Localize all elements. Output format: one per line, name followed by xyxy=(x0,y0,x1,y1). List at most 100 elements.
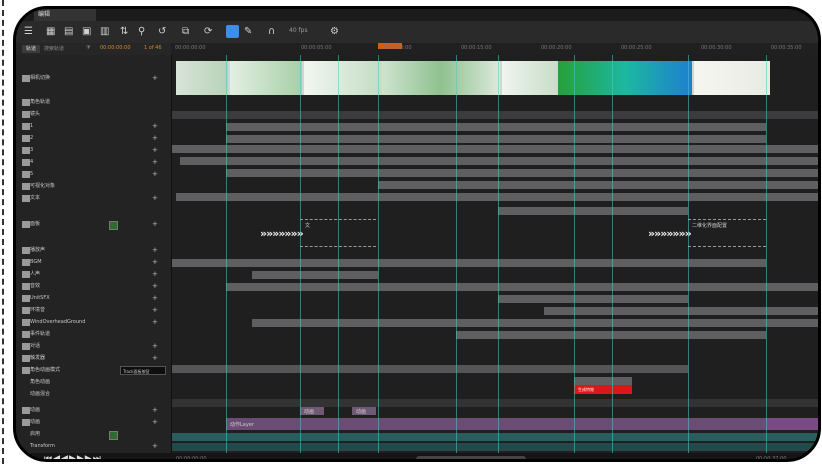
track-row[interactable]: 人声 + xyxy=(16,269,171,281)
track-row[interactable]: WindOverheadGround + xyxy=(16,317,171,329)
track-list-header: 轨道 搜索轨道 ⧩ 00:00:00:00 1 of 46 xyxy=(16,43,171,55)
add-icon[interactable]: + xyxy=(152,282,158,290)
track-row[interactable]: 启用 xyxy=(16,429,171,441)
fps-readout[interactable]: 40 fps xyxy=(289,27,308,34)
clip[interactable] xyxy=(226,123,766,131)
menu-icon[interactable]: ☰ xyxy=(24,26,33,38)
clip[interactable] xyxy=(498,207,688,215)
add-icon[interactable]: + xyxy=(152,74,158,82)
add-icon[interactable]: + xyxy=(152,342,158,350)
track-row[interactable]: 镜头 xyxy=(16,109,171,121)
camera-thumbnail-strip[interactable] xyxy=(176,61,770,95)
clip[interactable] xyxy=(456,331,766,339)
add-icon[interactable]: + xyxy=(152,194,158,202)
add-icon[interactable]: + xyxy=(152,246,158,254)
track-row[interactable]: 角色动画 xyxy=(16,377,171,389)
enable-checkbox[interactable] xyxy=(109,221,118,230)
add-icon[interactable]: + xyxy=(152,306,158,314)
timeline-area[interactable]: 文 二维化界面配置 »»»»»»» »»»»»»» 生成特效 动画 动画 动作L… xyxy=(172,55,818,453)
curve-icon[interactable]: ↺ xyxy=(158,26,166,38)
track-row[interactable]: 3 + xyxy=(16,145,171,157)
add-icon[interactable]: + xyxy=(152,122,158,130)
track-row[interactable]: 环境音 + xyxy=(16,305,171,317)
ruler-tick-label: 00:00:15:00 xyxy=(461,45,492,51)
track-row[interactable]: 动画 + xyxy=(16,405,171,417)
layers-icon[interactable]: ▥ xyxy=(100,26,109,38)
snap-icon[interactable]: ⇅ xyxy=(120,26,128,38)
magnet-icon[interactable]: ∩ xyxy=(268,26,275,38)
grid-icon[interactable]: ▦ xyxy=(46,26,55,38)
add-icon[interactable]: + xyxy=(152,318,158,326)
add-icon[interactable]: + xyxy=(152,270,158,278)
track-row[interactable]: 面板 + xyxy=(16,219,171,231)
add-icon[interactable]: + xyxy=(152,418,158,426)
horizontal-scrollbar[interactable] xyxy=(416,456,526,459)
select-tool-icon[interactable] xyxy=(226,25,239,38)
tracks-button[interactable]: 轨道 xyxy=(22,45,40,53)
transport-controls[interactable]: ⏮◀◀▶▶▶⏭ xyxy=(44,454,102,459)
clip[interactable] xyxy=(172,111,818,119)
clip[interactable] xyxy=(172,399,818,407)
panel-icon xyxy=(22,221,30,228)
add-icon[interactable]: + xyxy=(152,220,158,228)
layer-clip[interactable] xyxy=(226,418,766,430)
clip[interactable] xyxy=(574,377,632,385)
track-row[interactable]: 可视化对象 xyxy=(16,181,171,193)
track-row[interactable]: 文本 + xyxy=(16,193,171,205)
track-row[interactable]: BGM + xyxy=(16,257,171,269)
clip[interactable] xyxy=(252,271,378,279)
track-row[interactable]: 1 + xyxy=(16,121,171,133)
clip[interactable] xyxy=(172,259,766,267)
track-row[interactable]: 相机切换 + xyxy=(16,73,171,85)
transform-clip[interactable] xyxy=(172,443,818,451)
track-row[interactable]: 动画混合 xyxy=(16,389,171,401)
track-row[interactable]: 播放声 + xyxy=(16,245,171,257)
track-row[interactable]: 对话 + xyxy=(16,341,171,353)
track-row[interactable]: 触发器 + xyxy=(16,353,171,365)
clip[interactable] xyxy=(544,307,818,315)
add-icon[interactable]: + xyxy=(152,134,158,142)
add-icon[interactable]: + xyxy=(152,146,158,154)
clip[interactable] xyxy=(172,145,818,153)
transform-clip[interactable] xyxy=(172,433,818,441)
clip[interactable] xyxy=(180,157,818,165)
track-row[interactable]: 动画 + xyxy=(16,417,171,429)
time-field[interactable]: 00:00:00:00 xyxy=(100,45,131,51)
loop-icon[interactable]: ⟳ xyxy=(204,26,212,38)
add-icon[interactable]: + xyxy=(152,406,158,414)
add-icon[interactable]: + xyxy=(152,442,158,450)
clip-icon[interactable]: ⧉ xyxy=(182,26,189,38)
editor-tab[interactable]: 编辑 xyxy=(34,9,96,21)
track-row[interactable]: 事件轨道 xyxy=(16,329,171,341)
clip[interactable] xyxy=(226,135,766,143)
clip-icon xyxy=(22,123,30,130)
add-icon[interactable]: + xyxy=(152,294,158,302)
filter-icon[interactable]: ⧩ xyxy=(86,45,90,51)
key-icon[interactable]: ⚲ xyxy=(138,26,145,38)
track-row[interactable]: UnitSFX + xyxy=(16,293,171,305)
track-row[interactable]: 音效 + xyxy=(16,281,171,293)
track-row[interactable]: 2 + xyxy=(16,133,171,145)
folder-icon[interactable]: ▣ xyxy=(82,26,91,38)
clip[interactable] xyxy=(226,283,818,291)
track-row[interactable]: 角色轨道 xyxy=(16,97,171,109)
marker-line xyxy=(226,55,227,453)
add-icon[interactable]: + xyxy=(152,258,158,266)
add-icon[interactable]: + xyxy=(152,158,158,166)
film-icon[interactable]: ▤ xyxy=(64,26,73,38)
pen-icon[interactable]: ✎ xyxy=(244,26,252,38)
clip[interactable] xyxy=(172,365,688,373)
track-row[interactable]: Transform + xyxy=(16,441,171,453)
add-icon[interactable]: + xyxy=(152,354,158,362)
track-row[interactable]: 4 + xyxy=(16,157,171,169)
add-icon[interactable]: + xyxy=(152,170,158,178)
search-input[interactable]: 搜索轨道 xyxy=(44,45,64,52)
settings-icon[interactable]: ⚙ xyxy=(330,26,339,38)
track-row[interactable]: 5 + xyxy=(16,169,171,181)
effect-clip[interactable]: 生成特效 xyxy=(574,385,632,394)
layer-clip[interactable] xyxy=(766,418,818,430)
clip[interactable] xyxy=(498,295,688,303)
enable-checkbox[interactable] xyxy=(109,431,118,440)
clip[interactable] xyxy=(378,181,818,189)
clip[interactable] xyxy=(226,169,818,177)
